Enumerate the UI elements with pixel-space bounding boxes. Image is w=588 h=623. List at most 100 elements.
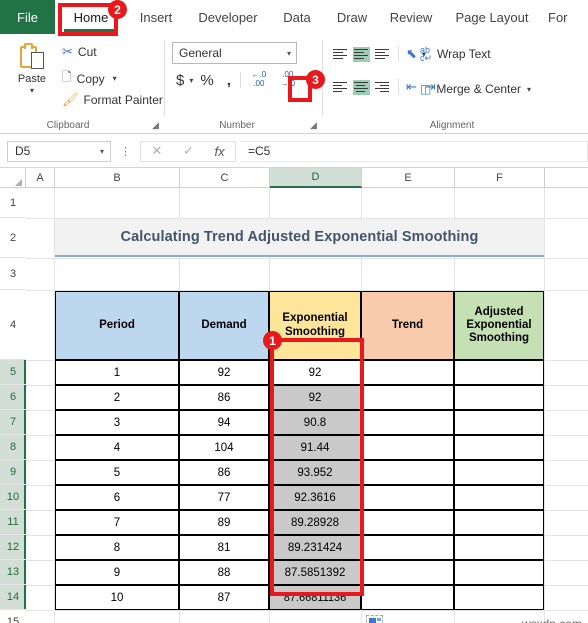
number-dialog-launcher[interactable]: ◢ bbox=[310, 120, 320, 130]
percent-button[interactable]: % bbox=[200, 72, 213, 89]
table-cell-adjusted[interactable] bbox=[454, 485, 544, 510]
chevron-down-icon[interactable]: ▾ bbox=[287, 49, 291, 58]
chevron-down-icon[interactable]: ▾ bbox=[189, 76, 193, 85]
quick-analysis-icon[interactable]: + bbox=[366, 615, 383, 623]
table-cell-adjusted[interactable] bbox=[454, 460, 544, 485]
copy-button[interactable]: 🗋 Copy ▾ bbox=[62, 68, 117, 89]
orientation-icon[interactable]: ⬉ bbox=[406, 46, 417, 62]
tab-file[interactable]: File bbox=[0, 0, 55, 34]
table-cell-demand[interactable]: 89 bbox=[179, 510, 269, 535]
row-header-5[interactable]: 5 bbox=[0, 360, 26, 385]
table-cell-exponential-smoothing[interactable]: 87.66811136 bbox=[269, 585, 361, 610]
table-cell-trend[interactable] bbox=[361, 585, 454, 610]
row-header-7[interactable]: 7 bbox=[0, 410, 26, 435]
row-header-1[interactable]: 1 bbox=[0, 188, 26, 218]
table-cell-exponential-smoothing[interactable]: 93.952 bbox=[269, 460, 361, 485]
table-cell-exponential-smoothing[interactable]: 92.3616 bbox=[269, 485, 361, 510]
table-cell-period[interactable]: 7 bbox=[55, 510, 179, 535]
table-cell-adjusted[interactable] bbox=[454, 410, 544, 435]
table-cell-period[interactable]: 4 bbox=[55, 435, 179, 460]
table-cell-period[interactable]: 1 bbox=[55, 360, 179, 385]
column-header-a[interactable]: A bbox=[26, 168, 55, 188]
table-cell-demand[interactable]: 86 bbox=[179, 385, 269, 410]
table-cell-adjusted[interactable] bbox=[454, 385, 544, 410]
tab-page-layout[interactable]: Page Layout bbox=[444, 0, 540, 34]
table-cell-trend[interactable] bbox=[361, 360, 454, 385]
row-header-2[interactable]: 2 bbox=[0, 218, 26, 258]
column-header-b[interactable]: B bbox=[55, 168, 180, 188]
table-cell-period[interactable]: 6 bbox=[55, 485, 179, 510]
column-header-e[interactable]: E bbox=[362, 168, 455, 188]
table-cell-period[interactable]: 9 bbox=[55, 560, 179, 585]
table-cell-adjusted[interactable] bbox=[454, 585, 544, 610]
column-header-d[interactable]: D bbox=[270, 168, 362, 188]
chevron-down-icon[interactable]: ▾ bbox=[30, 86, 34, 95]
table-cell-demand[interactable]: 92 bbox=[179, 360, 269, 385]
align-top-icon[interactable] bbox=[332, 47, 349, 62]
table-cell-exponential-smoothing[interactable]: 90.8 bbox=[269, 410, 361, 435]
table-cell-trend[interactable] bbox=[361, 510, 454, 535]
increase-decimal-button[interactable]: ←.0.00 bbox=[248, 70, 270, 90]
table-cell-exponential-smoothing[interactable]: 92 bbox=[269, 385, 361, 410]
table-cell-period[interactable]: 2 bbox=[55, 385, 179, 410]
table-cell-trend[interactable] bbox=[361, 385, 454, 410]
decrease-indent-icon[interactable]: ⇤ bbox=[406, 79, 417, 95]
decrease-decimal-button[interactable]: .00 →.0 bbox=[277, 70, 299, 90]
tab-insert[interactable]: Insert bbox=[126, 0, 186, 34]
cancel-icon[interactable]: ✕ bbox=[151, 143, 162, 159]
table-cell-exponential-smoothing[interactable]: 89.231424 bbox=[269, 535, 361, 560]
table-cell-adjusted[interactable] bbox=[454, 560, 544, 585]
number-format-select[interactable]: General ▾ bbox=[172, 42, 297, 64]
row-header-9[interactable]: 9 bbox=[0, 460, 26, 485]
align-center-icon[interactable] bbox=[353, 79, 370, 95]
table-cell-period[interactable]: 5 bbox=[55, 460, 179, 485]
cut-button[interactable]: ✂ Cut bbox=[62, 44, 97, 60]
chevron-down-icon[interactable]: ▾ bbox=[100, 147, 104, 156]
tab-draw[interactable]: Draw bbox=[326, 0, 378, 34]
table-cell-adjusted[interactable] bbox=[454, 435, 544, 460]
table-cell-period[interactable]: 8 bbox=[55, 535, 179, 560]
table-cell-demand[interactable]: 104 bbox=[179, 435, 269, 460]
row-header-6[interactable]: 6 bbox=[0, 385, 26, 410]
column-header-f[interactable]: F bbox=[455, 168, 545, 188]
clipboard-dialog-launcher[interactable]: ◢ bbox=[152, 120, 162, 130]
table-cell-demand[interactable]: 77 bbox=[179, 485, 269, 510]
column-header-g[interactable] bbox=[545, 168, 588, 188]
table-cell-demand[interactable]: 94 bbox=[179, 410, 269, 435]
paste-button[interactable]: Paste ▾ bbox=[8, 40, 56, 112]
row-header-8[interactable]: 8 bbox=[0, 435, 26, 460]
table-cell-exponential-smoothing[interactable]: 92 bbox=[269, 360, 361, 385]
table-cell-period[interactable]: 10 bbox=[55, 585, 179, 610]
table-cell-trend[interactable] bbox=[361, 535, 454, 560]
table-cell-exponential-smoothing[interactable]: 87.5851392 bbox=[269, 560, 361, 585]
row-header-12[interactable]: 12 bbox=[0, 535, 26, 560]
comma-style-button[interactable]: , bbox=[224, 72, 231, 89]
row-header-3[interactable]: 3 bbox=[0, 258, 26, 290]
currency-button[interactable]: $ bbox=[176, 72, 184, 89]
table-cell-trend[interactable] bbox=[361, 460, 454, 485]
row-header-13[interactable]: 13 bbox=[0, 560, 26, 585]
table-cell-trend[interactable] bbox=[361, 435, 454, 460]
table-cell-adjusted[interactable] bbox=[454, 360, 544, 385]
wrap-text-button[interactable]: ab c↵ Wrap Text bbox=[420, 46, 491, 63]
table-cell-adjusted[interactable] bbox=[454, 535, 544, 560]
align-right-icon[interactable] bbox=[374, 80, 391, 95]
tab-developer[interactable]: Developer bbox=[186, 0, 270, 34]
align-left-icon[interactable] bbox=[332, 80, 349, 95]
align-bottom-icon[interactable] bbox=[374, 47, 391, 62]
chevron-down-icon[interactable]: ▾ bbox=[527, 85, 531, 94]
table-cell-period[interactable]: 3 bbox=[55, 410, 179, 435]
table-cell-demand[interactable]: 87 bbox=[179, 585, 269, 610]
table-cell-trend[interactable] bbox=[361, 485, 454, 510]
row-header-4[interactable]: 4 bbox=[0, 290, 26, 360]
align-middle-icon[interactable] bbox=[353, 46, 370, 62]
tab-formulas[interactable]: For bbox=[548, 0, 588, 34]
table-cell-trend[interactable] bbox=[361, 560, 454, 585]
chevron-down-icon[interactable]: ▾ bbox=[113, 74, 117, 83]
select-all-corner[interactable] bbox=[0, 168, 26, 188]
row-header-15[interactable]: 15 bbox=[0, 610, 26, 623]
insert-function-icon[interactable]: fx bbox=[215, 144, 225, 159]
cell-area[interactable]: Calculating Trend Adjusted Exponential S… bbox=[26, 188, 588, 623]
formula-bar-handle[interactable]: ⋮ bbox=[120, 145, 131, 158]
table-cell-exponential-smoothing[interactable]: 91.44 bbox=[269, 435, 361, 460]
